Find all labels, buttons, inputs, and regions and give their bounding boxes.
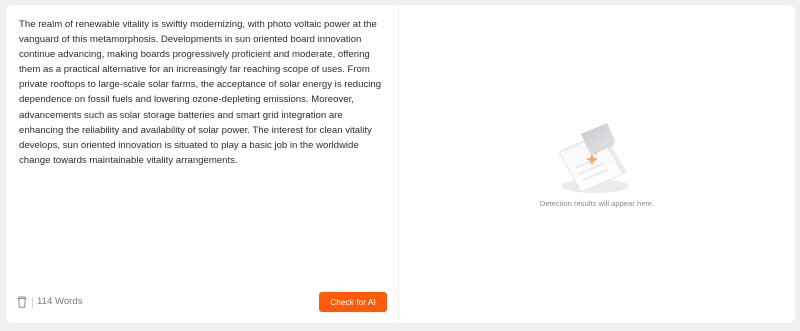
input-pane[interactable]: The realm of renewable vitality is swift… <box>6 5 399 323</box>
word-count: 114 Words <box>37 296 83 307</box>
input-text[interactable]: The realm of renewable vitality is swift… <box>19 17 387 168</box>
toolbar-divider <box>32 297 33 308</box>
results-placeholder: Detection results will appear here. <box>539 199 655 208</box>
results-pane: Detection results will appear here. <box>399 5 795 323</box>
document-scan-illustration-icon <box>558 123 629 193</box>
check-for-ai-button[interactable]: Check for AI <box>319 292 387 312</box>
input-toolbar: 114 Words Check for AI <box>6 292 398 312</box>
trash-icon[interactable] <box>15 295 29 309</box>
detector-card: The realm of renewable vitality is swift… <box>6 5 795 323</box>
